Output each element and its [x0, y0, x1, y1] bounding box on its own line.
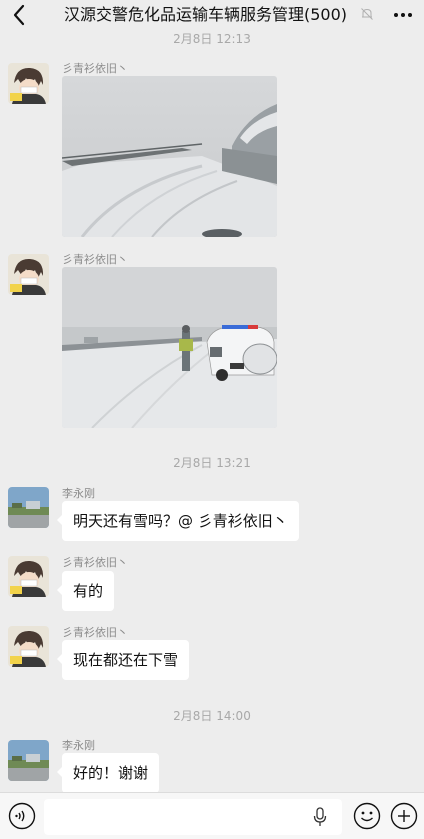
- sender-name: 彡青衫依旧丶: [62, 253, 128, 266]
- timestamp: 2月8日 14:00: [173, 709, 251, 723]
- avatar[interactable]: [8, 487, 49, 528]
- bell-mute-icon: [361, 8, 373, 20]
- timestamp: 2月8日 13:21: [173, 456, 251, 470]
- avatar[interactable]: [8, 556, 49, 597]
- avatar[interactable]: [8, 63, 49, 104]
- more-dots-icon[interactable]: [392, 6, 414, 24]
- sender-name: 彡青衫依旧丶: [62, 556, 128, 569]
- avatar[interactable]: [8, 254, 49, 295]
- sender-name: 彡青衫依旧丶: [62, 626, 128, 639]
- microphone-icon[interactable]: [312, 807, 328, 827]
- message-bubble[interactable]: 明天还有雪吗？@ 彡青衫依旧丶: [57, 501, 299, 541]
- chat-title: 汉源交警危化品运输车辆服务管理(500): [64, 5, 348, 24]
- emoji-icon[interactable]: [353, 802, 381, 830]
- message-bubble[interactable]: 好的！谢谢: [56, 753, 160, 793]
- sender-name: 彡青衫依旧丶: [62, 62, 128, 75]
- message-bubble[interactable]: 有的: [56, 571, 115, 611]
- avatar[interactable]: [8, 740, 49, 781]
- chat-header: 汉源交警危化品运输车辆服务管理(500): [0, 0, 424, 30]
- voice-icon[interactable]: [8, 802, 36, 830]
- sender-name: 李永刚: [62, 739, 95, 752]
- snow-police-car-photo[interactable]: [62, 267, 277, 428]
- message-bubble[interactable]: 现在都还在下雪: [56, 640, 190, 680]
- snow-road-photo[interactable]: [62, 76, 277, 237]
- back-icon[interactable]: [8, 2, 32, 28]
- plus-icon[interactable]: [390, 802, 418, 830]
- avatar[interactable]: [8, 626, 49, 667]
- input-bar: [0, 792, 424, 839]
- timestamp: 2月8日 12:13: [173, 32, 251, 46]
- message-input[interactable]: [44, 799, 342, 835]
- sender-name: 李永刚: [62, 487, 95, 500]
